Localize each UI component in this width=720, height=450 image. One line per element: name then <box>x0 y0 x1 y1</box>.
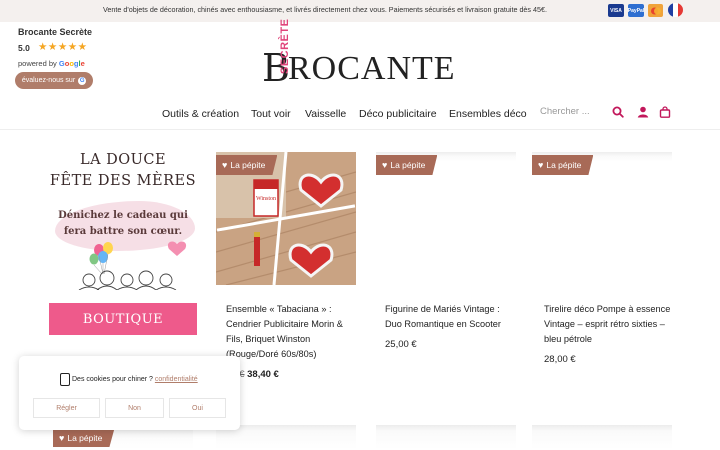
cookie-banner: Des cookies pour chiner ? confidentialit… <box>19 356 240 430</box>
privacy-link[interactable]: confidentialité <box>155 376 198 383</box>
pepite-badge: ♥ La pépite <box>216 155 278 175</box>
heart-icon: ♥ <box>382 160 388 170</box>
boutique-button[interactable]: BOUTIQUE <box>49 303 197 335</box>
nav-outils-creation[interactable]: Outils & création <box>162 108 239 120</box>
mastercard-icon <box>648 4 663 17</box>
pepite-badge: ♥ La pépite <box>532 155 594 175</box>
nav-deco-publicitaire[interactable]: Déco publicitaire <box>359 108 437 120</box>
nav-tout-voir[interactable]: Tout voir <box>251 108 291 120</box>
site-logo[interactable]: B ROCANTE SECRÈTE <box>262 19 462 90</box>
powered-by-label: powered by <box>18 59 57 68</box>
product-title[interactable]: Figurine de Mariés Vintage : Duo Romanti… <box>385 302 501 332</box>
pepite-badge: ♥ La pépite <box>53 429 115 447</box>
cookie-decline-button[interactable]: Non <box>105 398 164 418</box>
current-price: 38,40 € <box>247 369 279 380</box>
google-g-icon: G <box>78 76 87 85</box>
badge-label: La pépite <box>546 160 582 170</box>
promo-title-line2: FÊTE DES MÈRES <box>49 173 197 189</box>
product-card[interactable]: ♥ La pépite <box>376 152 516 285</box>
heart-icon: ♥ <box>222 160 228 170</box>
winston-label: Winston <box>256 196 276 202</box>
promo-subtitle-line1: Dénichez le cadeau qui <box>58 210 188 221</box>
product-card[interactable] <box>532 425 672 450</box>
nav-ensembles-deco[interactable]: Ensembles déco <box>449 108 527 120</box>
heart-icon: ♥ <box>59 433 65 443</box>
cart-icon[interactable] <box>659 105 671 118</box>
promo-title-line1: LA DOUCE <box>79 152 167 168</box>
announcement-text: Vente d'objets de décoration, chinés ave… <box>102 5 548 14</box>
nav-vaisselle[interactable]: Vaisselle <box>305 108 346 120</box>
badge-label: La pépite <box>230 160 266 170</box>
google-review-badge: Brocante Secrète 5.0 ★★★★★ powered by Go… <box>15 27 118 89</box>
cookie-icon <box>60 373 70 386</box>
star-rating-icon: ★★★★★ <box>38 41 88 53</box>
logo-secrete: SECRÈTE <box>279 18 291 74</box>
product-price: 25,00 € <box>385 339 417 350</box>
balloons-illustration <box>78 241 187 290</box>
badge-label: La pépite <box>390 160 426 170</box>
mothers-day-banner[interactable]: LA DOUCE FÊTE DES MÈRES Dénichez le cade… <box>49 152 197 290</box>
rate-us-label: évaluez-nous sur <box>21 77 76 84</box>
search-icon[interactable] <box>612 105 624 118</box>
product-card[interactable]: Winston ♥ La pépite <box>215 151 357 286</box>
visa-icon: VISA <box>608 4 624 17</box>
paypal-icon: PayPal <box>628 4 644 17</box>
product-card[interactable]: ♥ La pépite <box>532 152 672 285</box>
logo-word: ROCANTE <box>288 50 456 87</box>
product-title[interactable]: Ensemble « Tabaciana » : Cendrier Public… <box>226 302 343 362</box>
pepite-badge: ♥ La pépite <box>376 155 438 175</box>
header-divider <box>0 129 720 130</box>
announcement-bar: Vente d'objets de décoration, chinés ave… <box>0 0 720 22</box>
french-flag-icon[interactable] <box>668 3 683 17</box>
heart-icon: ♥ <box>538 160 544 170</box>
business-name: Brocante Secrète <box>18 27 93 37</box>
google-logo: Google <box>58 59 85 68</box>
promo-subtitle-line2: fera battre son cœur. <box>63 226 183 237</box>
account-icon[interactable] <box>637 105 649 118</box>
rate-us-button[interactable]: évaluez-nous sur G <box>15 72 93 89</box>
product-price: 28,00 € <box>544 354 576 365</box>
product-card[interactable] <box>376 425 516 450</box>
cookie-message: Des cookies pour chiner ? confidentialit… <box>72 376 198 383</box>
powered-by-google: powered by Google <box>18 59 85 68</box>
search-input[interactable]: Chercher ... <box>540 106 590 117</box>
cookie-settings-button[interactable]: Régler <box>33 398 100 418</box>
cookie-accept-button[interactable]: Oui <box>169 398 226 418</box>
badge-label: La pépite <box>67 433 103 443</box>
product-title[interactable]: Tirelire déco Pompe à essence Vintage – … <box>544 302 670 347</box>
review-score: 5.0 <box>18 43 30 53</box>
